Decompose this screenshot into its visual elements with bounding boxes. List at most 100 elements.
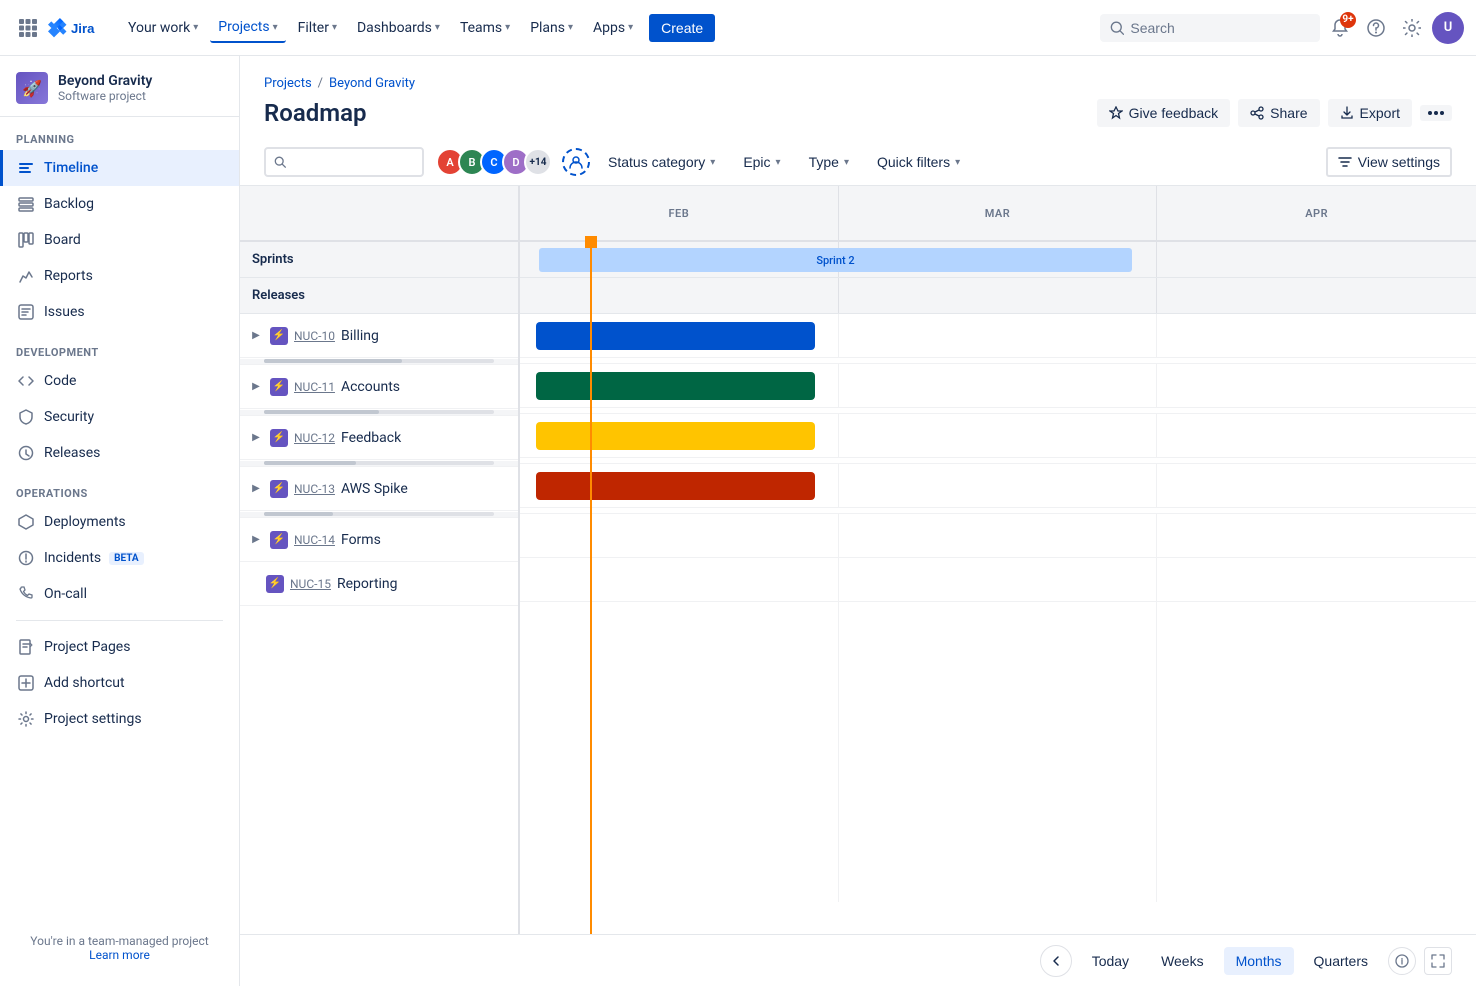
issue-name-nuc13: AWS Spike <box>341 481 408 497</box>
epic-filter[interactable]: Epic ▾ <box>733 149 790 175</box>
expand-nuc14[interactable]: ▶ <box>248 532 264 548</box>
gantt-bar-nuc11[interactable] <box>536 372 816 400</box>
export-icon <box>1340 106 1354 120</box>
sidebar-footer: You're in a team-managed project Learn m… <box>0 926 239 970</box>
dashboards-chevron: ▾ <box>435 22 440 33</box>
gantt-row-nuc15[interactable]: ⚡ NUC-15 Reporting <box>240 562 518 606</box>
breadcrumb-project[interactable]: Beyond Gravity <box>329 76 415 91</box>
gantt-bar-nuc10[interactable] <box>536 322 816 350</box>
expand-nuc11[interactable]: ▶ <box>248 379 264 395</box>
issue-key-nuc14[interactable]: NUC-14 <box>294 533 335 547</box>
sidebar-item-backlog[interactable]: Backlog <box>0 186 239 222</box>
nav-projects[interactable]: Projects ▾ <box>210 13 285 43</box>
releases-section: Releases <box>240 278 518 314</box>
apps-icon[interactable] <box>12 12 44 44</box>
today-button[interactable]: Today <box>1080 947 1141 975</box>
sidebar-item-issues[interactable]: Issues <box>0 294 239 330</box>
status-category-filter[interactable]: Status category ▾ <box>598 149 725 175</box>
sidebar-item-add-shortcut[interactable]: Add shortcut <box>0 665 239 701</box>
add-shortcut-icon <box>16 673 36 693</box>
issue-key-nuc10[interactable]: NUC-10 <box>294 329 335 343</box>
roadmap-search-box[interactable] <box>264 147 424 177</box>
export-button[interactable]: Export <box>1328 99 1412 127</box>
scroll-left-button[interactable] <box>1040 945 1072 977</box>
search-input[interactable] <box>1130 20 1310 36</box>
gantt-row-nuc10[interactable]: ▶ ⚡ NUC-10 Billing <box>240 314 518 358</box>
timeline-row-nuc14 <box>520 514 1476 558</box>
create-button[interactable]: Create <box>649 14 715 42</box>
issue-key-nuc12[interactable]: NUC-12 <box>294 431 335 445</box>
info-button[interactable] <box>1388 947 1416 975</box>
expand-nuc13[interactable]: ▶ <box>248 481 264 497</box>
feedback-button[interactable]: Give feedback <box>1097 99 1231 127</box>
sidebar-item-project-settings[interactable]: Project settings <box>0 701 239 737</box>
sidebar-item-timeline[interactable]: Timeline <box>0 150 239 186</box>
plans-chevron: ▾ <box>568 22 573 33</box>
nav-apps[interactable]: Apps ▾ <box>585 14 641 42</box>
gantt-row-nuc13[interactable]: ▶ ⚡ NUC-13 AWS Spike <box>240 467 518 511</box>
reports-icon <box>16 266 36 286</box>
avatar-count[interactable]: +14 <box>524 148 552 176</box>
sidebar-item-reports[interactable]: Reports <box>0 258 239 294</box>
epic-chevron: ▾ <box>776 157 781 168</box>
weeks-button[interactable]: Weeks <box>1149 947 1216 975</box>
sidebar-item-deployments[interactable]: Deployments <box>0 504 239 540</box>
help-icon <box>1367 19 1385 37</box>
sidebar: 🚀 Beyond Gravity Software project PLANNI… <box>0 56 240 986</box>
expand-icon <box>1431 954 1445 968</box>
issue-name-nuc12: Feedback <box>341 430 401 446</box>
search-box[interactable] <box>1100 14 1320 42</box>
invite-button[interactable] <box>562 148 590 176</box>
gantt-row-nuc14[interactable]: ▶ ⚡ NUC-14 Forms <box>240 518 518 562</box>
nav-your-work[interactable]: Your work ▾ <box>120 14 206 42</box>
view-settings-button[interactable]: View settings <box>1326 147 1452 177</box>
notifications-button[interactable]: 9+ <box>1324 12 1356 44</box>
quarters-button[interactable]: Quarters <box>1302 947 1380 975</box>
sidebar-item-incidents[interactable]: Incidents BETA <box>0 540 239 576</box>
breadcrumb-projects[interactable]: Projects <box>264 76 312 91</box>
app-layout: 🚀 Beyond Gravity Software project PLANNI… <box>0 56 1476 986</box>
notification-badge: 9+ <box>1340 12 1356 28</box>
gantt-row-nuc11[interactable]: ▶ ⚡ NUC-11 Accounts <box>240 365 518 409</box>
sidebar-item-board[interactable]: Board <box>0 222 239 258</box>
help-button[interactable] <box>1360 12 1392 44</box>
empty-rows <box>520 602 1476 902</box>
quick-filters[interactable]: Quick filters ▾ <box>867 149 970 175</box>
share-button[interactable]: Share <box>1238 99 1319 127</box>
expand-button[interactable] <box>1424 947 1452 975</box>
issue-key-nuc11[interactable]: NUC-11 <box>294 380 335 394</box>
nav-filter[interactable]: Filter ▾ <box>290 14 345 42</box>
releases-icon <box>16 443 36 463</box>
gantt-bar-nuc12[interactable] <box>536 422 816 450</box>
more-actions-button[interactable] <box>1420 105 1452 121</box>
type-filter[interactable]: Type ▾ <box>799 149 859 175</box>
share-icon <box>1250 106 1264 120</box>
nav-dashboards[interactable]: Dashboards ▾ <box>349 14 448 42</box>
gantt-row-nuc12[interactable]: ▶ ⚡ NUC-12 Feedback <box>240 416 518 460</box>
issue-name-nuc14: Forms <box>341 532 381 548</box>
sidebar-item-security[interactable]: Security <box>0 399 239 435</box>
gantt-bar-nuc13[interactable] <box>536 472 816 500</box>
roadmap-toolbar: A B C D +14 Status category ▾ Epic ▾ <box>240 139 1476 186</box>
sidebar-item-project-pages[interactable]: Project Pages <box>0 629 239 665</box>
jira-logo[interactable]: Jira <box>48 16 108 40</box>
roadmap-search-input[interactable] <box>292 154 414 170</box>
issue-key-nuc13[interactable]: NUC-13 <box>294 482 335 496</box>
nav-plans[interactable]: Plans ▾ <box>522 14 581 42</box>
feedback-icon <box>1109 106 1123 120</box>
expand-nuc12[interactable]: ▶ <box>248 430 264 446</box>
sidebar-item-on-call[interactable]: On-call <box>0 576 239 612</box>
user-avatar[interactable]: U <box>1432 12 1464 44</box>
code-icon <box>16 371 36 391</box>
sprint-2-bar[interactable]: Sprint 2 <box>539 248 1132 272</box>
nav-teams[interactable]: Teams ▾ <box>452 14 518 42</box>
learn-more-link[interactable]: Learn more <box>89 948 150 962</box>
expand-nuc10[interactable]: ▶ <box>248 328 264 344</box>
sidebar-project[interactable]: 🚀 Beyond Gravity Software project <box>0 56 239 117</box>
issue-name-nuc15: Reporting <box>337 576 398 592</box>
issue-key-nuc15[interactable]: NUC-15 <box>290 577 331 591</box>
sidebar-item-releases[interactable]: Releases <box>0 435 239 471</box>
months-button[interactable]: Months <box>1224 947 1294 975</box>
sidebar-item-code[interactable]: Code <box>0 363 239 399</box>
settings-button[interactable] <box>1396 12 1428 44</box>
